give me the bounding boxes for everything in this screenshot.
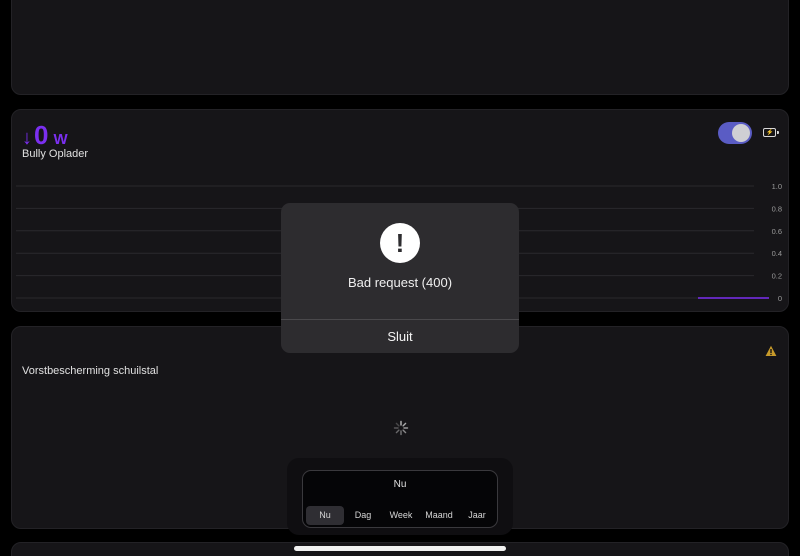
spinner-icon	[393, 420, 409, 436]
period-selector: Nu Nu Dag Week Maand Jaar	[287, 458, 513, 535]
error-dialog: ! Bad request (400) Sluit	[281, 203, 519, 353]
y-tick-label: 0.4	[772, 249, 782, 258]
device-name: Vorstbescherming schuilstal	[22, 365, 159, 377]
tab-nu[interactable]: Nu	[306, 506, 344, 525]
tab-maand[interactable]: Maand	[420, 506, 458, 525]
close-button[interactable]: Sluit	[281, 320, 519, 353]
card-top	[11, 0, 789, 95]
tab-week[interactable]: Week	[382, 506, 420, 525]
y-tick-label: 0.6	[772, 227, 782, 236]
period-selector-panel: Nu Nu Dag Week Maand Jaar	[302, 470, 498, 528]
y-tick-label: 0	[778, 294, 782, 303]
y-tick-label: 0.8	[772, 204, 782, 213]
error-message: Bad request (400)	[347, 275, 453, 290]
selected-period: Nu	[393, 479, 407, 490]
tab-dag[interactable]: Dag	[344, 506, 382, 525]
home-indicator[interactable]	[294, 546, 506, 551]
period-tabs: Nu Dag Week Maand Jaar	[306, 506, 496, 525]
exclamation-icon: !	[380, 223, 420, 263]
warning-triangle-icon	[765, 345, 777, 356]
tab-jaar[interactable]: Jaar	[458, 506, 496, 525]
y-tick-label: 1.0	[772, 182, 782, 191]
y-tick-label: 0.2	[772, 272, 782, 281]
